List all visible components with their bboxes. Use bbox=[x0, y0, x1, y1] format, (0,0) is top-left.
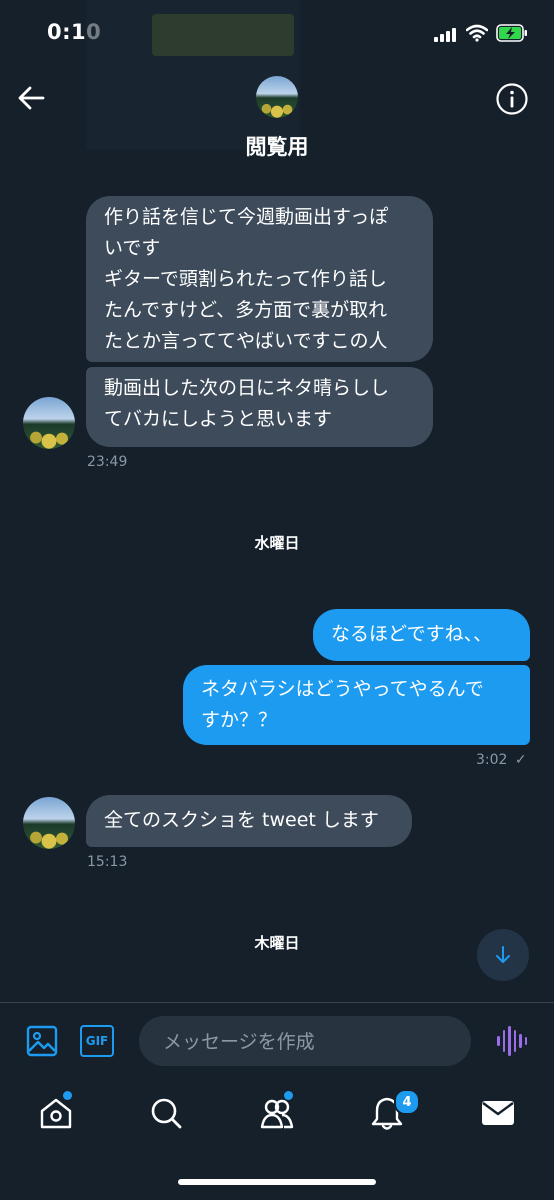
day-separator: 木曜日 bbox=[254, 934, 300, 952]
home-indicator bbox=[178, 1179, 376, 1185]
message-composer[interactable] bbox=[139, 1016, 471, 1068]
voice-message-icon[interactable] bbox=[497, 1025, 527, 1057]
nav-messages[interactable] bbox=[478, 1093, 518, 1133]
nav-search[interactable] bbox=[146, 1093, 186, 1133]
incoming-message-bubble[interactable]: 作り話を信じて今週動画出すっぽ いです ギターで頭割られたって作り話し たんです… bbox=[86, 196, 433, 362]
incoming-message-bubble[interactable]: 全てのスクショを tweet します bbox=[86, 795, 412, 847]
day-separator: 水曜日 bbox=[254, 534, 300, 552]
communities-notification-dot bbox=[284, 1091, 293, 1100]
communities-icon bbox=[260, 1099, 294, 1129]
search-icon bbox=[151, 1098, 182, 1129]
notifications-badge: 4 bbox=[394, 1089, 420, 1115]
scroll-to-bottom-button[interactable] bbox=[477, 929, 529, 981]
read-check-icon: ✓ bbox=[514, 752, 527, 768]
conversation-avatar[interactable] bbox=[256, 76, 298, 118]
outgoing-message-bubble[interactable]: なるほどですね、、 bbox=[313, 609, 530, 661]
composer-divider bbox=[0, 1002, 554, 1003]
incoming-message-bubble[interactable]: 動画出した次の日にネタ晴らしし てバカにしようと思います bbox=[86, 367, 433, 447]
message-timestamp: 23:49 bbox=[87, 454, 128, 470]
back-arrow-icon[interactable] bbox=[16, 84, 46, 112]
mail-icon bbox=[482, 1101, 514, 1125]
background-ghost-highlight bbox=[152, 14, 294, 56]
home-icon bbox=[40, 1098, 72, 1129]
message-timestamp: 3:02 ✓ bbox=[476, 752, 527, 768]
cellular-signal-icon bbox=[434, 26, 458, 42]
conversation-title[interactable]: 閲覧用 bbox=[0, 131, 554, 161]
message-input[interactable] bbox=[161, 1016, 453, 1068]
outgoing-message-bubble[interactable]: ネタバラシはどうやってやるんで すか？？ bbox=[183, 665, 530, 745]
battery-charging-icon bbox=[496, 24, 527, 42]
info-icon[interactable] bbox=[495, 82, 529, 116]
sender-avatar[interactable] bbox=[23, 397, 75, 449]
image-icon[interactable] bbox=[26, 1025, 58, 1057]
gif-button[interactable]: GIF bbox=[80, 1025, 114, 1057]
wifi-icon bbox=[466, 24, 488, 42]
sender-avatar[interactable] bbox=[23, 797, 75, 849]
arrow-down-icon bbox=[496, 946, 510, 963]
message-timestamp: 15:13 bbox=[87, 854, 128, 870]
timestamp-text: 3:02 bbox=[476, 752, 508, 768]
home-notification-dot bbox=[63, 1091, 72, 1100]
gif-label: GIF bbox=[85, 1034, 109, 1048]
